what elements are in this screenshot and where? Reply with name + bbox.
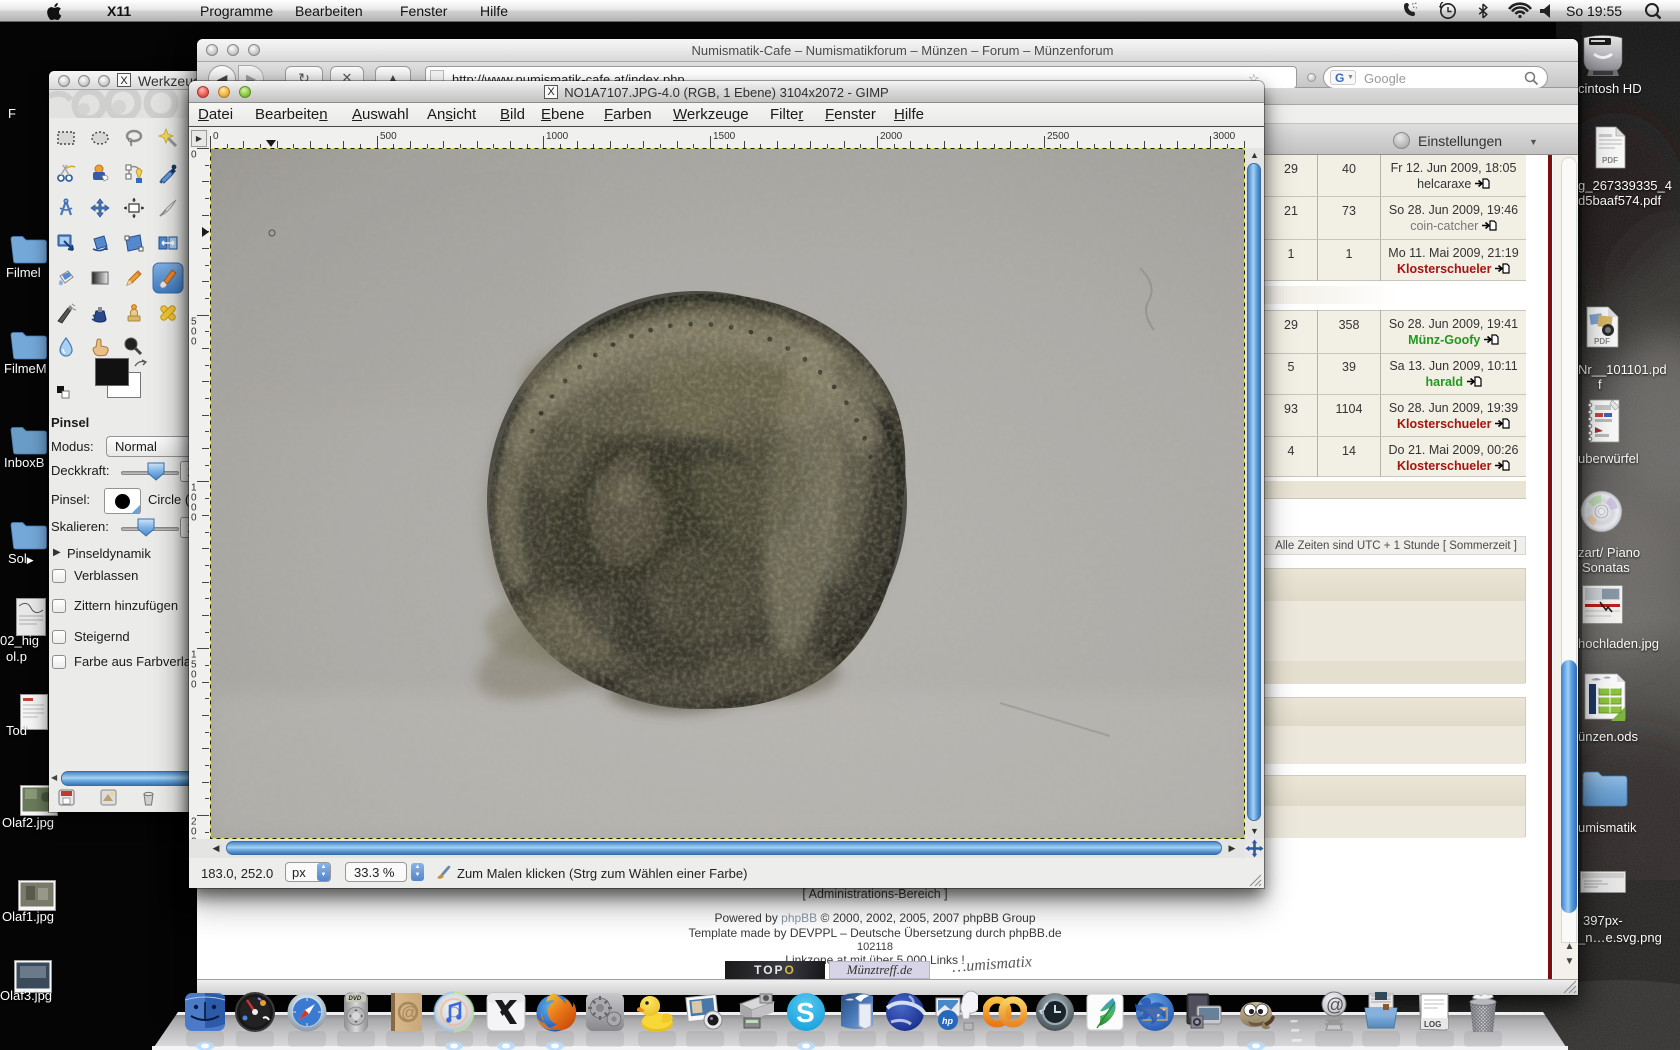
svg-text:0: 0 xyxy=(213,131,219,142)
svg-text:PDF: PDF xyxy=(1594,337,1610,346)
svg-text:@: @ xyxy=(401,1003,418,1022)
svg-text:hp: hp xyxy=(942,1016,953,1026)
svg-text:PDF: PDF xyxy=(1602,156,1618,165)
svg-text:2500: 2500 xyxy=(1047,131,1070,142)
svg-text:1000: 1000 xyxy=(546,131,569,142)
svg-text:LOG: LOG xyxy=(1424,1020,1441,1029)
svg-text:3000: 3000 xyxy=(1213,131,1236,142)
svg-text:DVD: DVD xyxy=(349,996,362,1002)
svg-text:0: 0 xyxy=(191,680,197,691)
svg-text:0: 0 xyxy=(191,150,197,161)
svg-text:S: S xyxy=(796,997,815,1028)
svg-text:0: 0 xyxy=(191,513,197,524)
svg-text:0: 0 xyxy=(191,337,197,348)
svg-text:500: 500 xyxy=(380,131,397,142)
svg-text:@: @ xyxy=(1326,995,1344,1015)
svg-text:2000: 2000 xyxy=(880,131,903,142)
svg-text:1500: 1500 xyxy=(713,131,736,142)
